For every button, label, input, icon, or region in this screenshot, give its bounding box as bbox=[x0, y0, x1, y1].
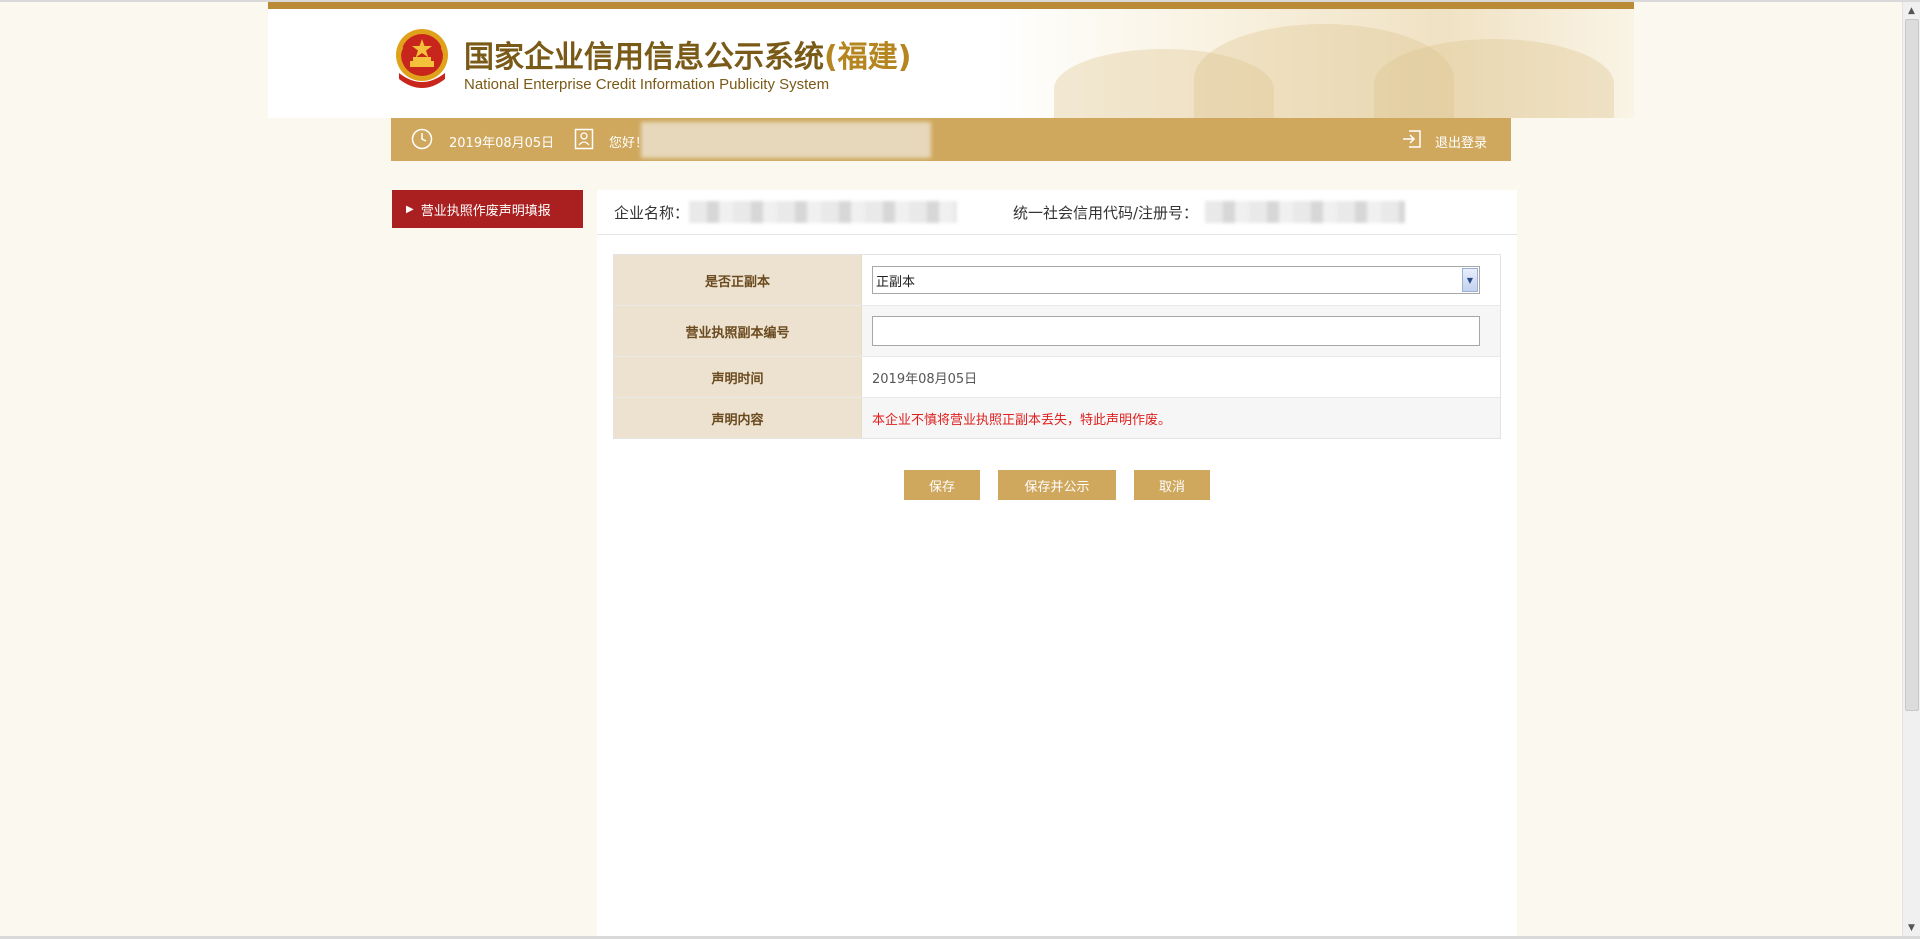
copy-number-input[interactable] bbox=[872, 316, 1480, 346]
site-header: 国家企业信用信息公示系统(福建) National Enterprise Cre… bbox=[268, 2, 1634, 118]
copy-type-selected-value: 正副本 bbox=[876, 274, 916, 290]
header-mountain-art bbox=[994, 9, 1634, 118]
scrollbar-thumb[interactable] bbox=[1905, 19, 1919, 711]
logout-link[interactable]: 退出登录 bbox=[1435, 132, 1487, 151]
current-date: 2019年08月05日 bbox=[449, 136, 555, 151]
logout-icon[interactable] bbox=[1401, 128, 1423, 150]
company-name-label: 企业名称： bbox=[614, 204, 690, 222]
form-label: 声明内容 bbox=[614, 398, 862, 438]
site-title: 国家企业信用信息公示系统(福建) bbox=[464, 40, 912, 75]
save-button[interactable]: 保存 bbox=[904, 470, 980, 500]
copy-type-select[interactable]: 正副本 ▼ bbox=[872, 266, 1480, 294]
info-bar: 2019年08月05日 您好！ 退出登录 bbox=[391, 118, 1511, 161]
sidebar-item-license-void-declaration[interactable]: ▶ 营业执照作废声明填报 bbox=[392, 190, 583, 228]
company-info-row: 企业名称： 统一社会信用代码/注册号： bbox=[597, 190, 1517, 235]
form-label: 声明时间 bbox=[614, 357, 862, 397]
form-row-declaration-date: 声明时间 2019年08月05日 bbox=[614, 357, 1500, 398]
chevron-down-icon[interactable]: ▼ bbox=[1462, 268, 1478, 292]
national-emblem-icon bbox=[396, 29, 448, 88]
site-title-english: National Enterprise Credit Information P… bbox=[464, 76, 830, 93]
scroll-down-icon[interactable]: ▼ bbox=[1903, 919, 1920, 936]
clock-icon bbox=[411, 128, 433, 150]
scroll-up-icon[interactable]: ▲ bbox=[1903, 2, 1920, 19]
form-label: 营业执照副本编号 bbox=[614, 306, 862, 356]
form-row-copy-number: 营业执照副本编号 bbox=[614, 306, 1500, 357]
form-row-declaration-content: 声明内容 本企业不慎将营业执照正副本丢失，特此声明作废。 bbox=[614, 398, 1500, 438]
sidebar-item-label: 营业执照作废声明填报 bbox=[420, 203, 551, 219]
redacted-username bbox=[641, 122, 931, 158]
redacted-company-name bbox=[689, 201, 957, 223]
vertical-scrollbar[interactable]: ▲ ▼ bbox=[1902, 2, 1920, 936]
main-panel: 企业名称： 统一社会信用代码/注册号： 是否正副本 正副本 ▼ 营业执照副本编号… bbox=[597, 190, 1517, 936]
declaration-form: 是否正副本 正副本 ▼ 营业执照副本编号 声明时间 2019年08月05日 声明… bbox=[613, 254, 1501, 439]
user-icon bbox=[574, 128, 594, 150]
redacted-credit-code bbox=[1205, 201, 1405, 223]
form-row-copy-type: 是否正副本 正副本 ▼ bbox=[614, 255, 1500, 306]
credit-code-label: 统一社会信用代码/注册号： bbox=[1013, 204, 1199, 222]
triangle-right-icon: ▶ bbox=[406, 203, 414, 215]
declaration-content-text: 本企业不慎将营业执照正副本丢失，特此声明作废。 bbox=[872, 412, 1172, 428]
cancel-button[interactable]: 取消 bbox=[1134, 470, 1210, 500]
save-and-publish-button[interactable]: 保存并公示 bbox=[998, 470, 1116, 500]
form-label: 是否正副本 bbox=[614, 255, 862, 305]
site-title-province: (福建) bbox=[824, 40, 912, 75]
header-accent-bar bbox=[268, 2, 1634, 9]
declaration-date-value: 2019年08月05日 bbox=[872, 371, 978, 387]
